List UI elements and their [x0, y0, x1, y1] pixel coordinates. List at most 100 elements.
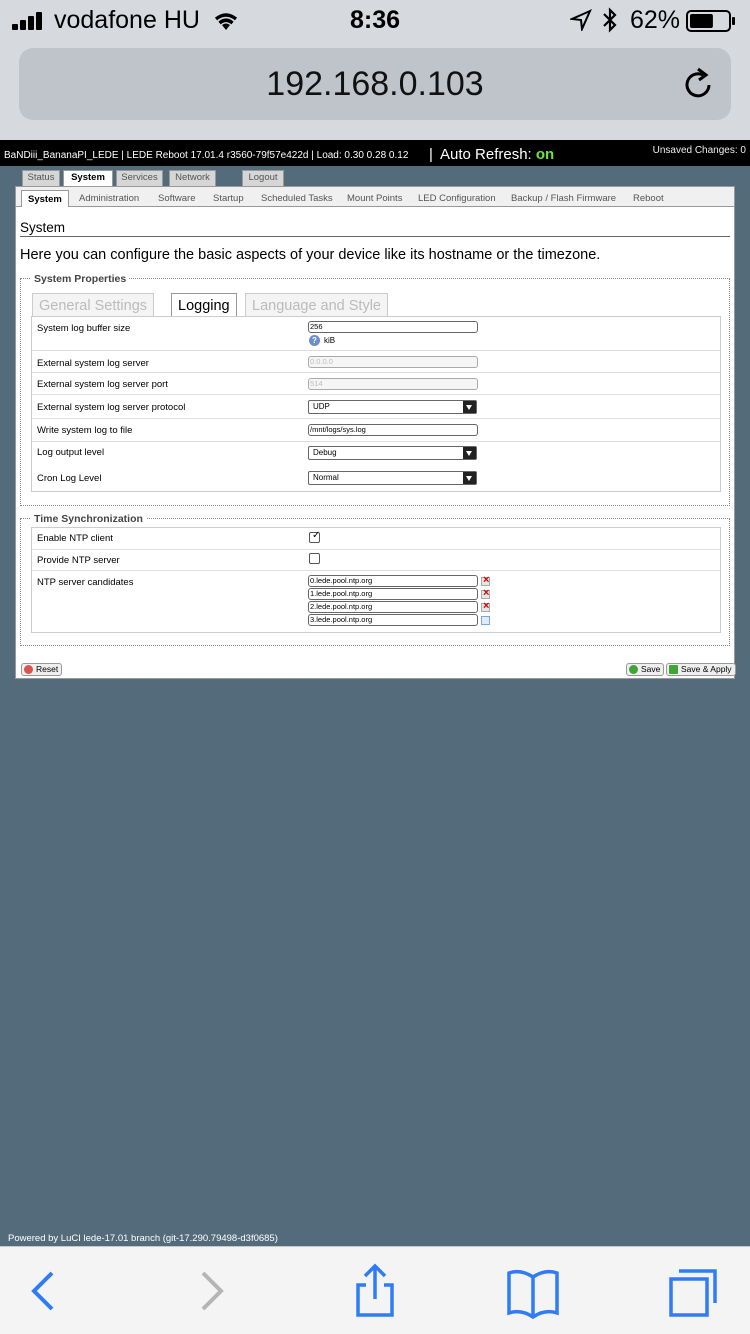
menu-services[interactable]: Services: [116, 170, 163, 186]
time-sync-legend: Time Synchronization: [31, 513, 146, 525]
save-apply-button[interactable]: Save & Apply: [666, 663, 736, 676]
output-level-label: Log output level: [37, 447, 105, 458]
menu-system[interactable]: System: [63, 170, 113, 186]
cron-level-value: Normal: [313, 473, 339, 482]
header-separator: |: [429, 146, 433, 163]
submenu-led-configuration[interactable]: LED Configuration: [418, 190, 496, 207]
ext-server-input[interactable]: 0.0.0.0: [308, 356, 478, 368]
submenu-startup[interactable]: Startup: [213, 190, 244, 207]
save-label: Save: [641, 664, 661, 674]
ntp-server-checkbox[interactable]: [309, 553, 320, 564]
checkmark-icon: ✓: [312, 530, 321, 541]
url-bar[interactable]: 192.168.0.103: [19, 48, 731, 120]
location-arrow-icon: [570, 9, 592, 31]
auto-refresh-toggle[interactable]: Auto Refresh: on: [440, 146, 554, 163]
protocol-label: External system log server protocol: [37, 402, 186, 413]
logging-section: System log buffer size 256 ? kiB Externa…: [31, 316, 721, 492]
output-level-value: Debug: [313, 448, 337, 457]
bluetooth-icon: [603, 7, 617, 33]
row-divider: [32, 441, 720, 442]
submenu-reboot[interactable]: Reboot: [633, 190, 664, 207]
save-button[interactable]: Save: [626, 663, 665, 676]
write-file-label: Write system log to file: [37, 425, 133, 436]
submenu-administration[interactable]: Administration: [79, 190, 139, 207]
submenu-system[interactable]: System: [21, 190, 69, 207]
share-icon[interactable]: [344, 1263, 404, 1319]
luci-header: BaNDiii_BananaPI_LEDE | LEDE Reboot 17.0…: [0, 140, 750, 166]
unsaved-changes[interactable]: Unsaved Changes: 0: [653, 145, 746, 156]
header-host-info: BaNDiii_BananaPI_LEDE | LEDE Reboot 17.0…: [4, 150, 409, 161]
protocol-select[interactable]: UDP: [308, 400, 477, 414]
remove-icon[interactable]: [481, 600, 490, 612]
submenu-software[interactable]: Software: [158, 190, 196, 207]
reset-label: Reset: [36, 664, 59, 674]
reset-icon: [24, 665, 33, 674]
buffer-size-input[interactable]: 256: [308, 321, 478, 333]
luci-footer: Powered by LuCI lede-17.01 branch (git-1…: [8, 1233, 278, 1244]
save-apply-label: Save & Apply: [681, 664, 732, 674]
menu-network[interactable]: Network: [169, 170, 216, 186]
auto-refresh-label: Auto Refresh:: [440, 146, 532, 163]
row-divider: [32, 350, 720, 351]
dropdown-arrow-icon: [463, 447, 476, 459]
cron-level-select[interactable]: Normal: [308, 471, 477, 485]
ntp-client-checkbox[interactable]: ✓: [309, 530, 321, 543]
dropdown-arrow-icon: [463, 472, 476, 484]
add-entry-icon[interactable]: [481, 616, 490, 625]
row-divider: [32, 570, 720, 571]
back-icon[interactable]: [12, 1263, 72, 1319]
submenu-scheduled-tasks[interactable]: Scheduled Tasks: [261, 190, 333, 207]
help-icon: ?: [309, 335, 320, 346]
status-bar: vodafone HU 8:36 62%: [0, 0, 750, 42]
url-text[interactable]: 192.168.0.103: [19, 48, 731, 120]
battery-icon: [686, 10, 735, 32]
reset-button[interactable]: Reset: [21, 663, 63, 676]
bookmarks-icon[interactable]: [503, 1263, 563, 1319]
write-file-input[interactable]: /mnt/logs/sys.log: [308, 424, 478, 436]
ntp-client-label: Enable NTP client: [37, 533, 113, 544]
ntp-candidate-input[interactable]: 3.lede.pool.ntp.org: [308, 614, 478, 626]
row-divider: [32, 418, 720, 419]
row-divider: [32, 549, 720, 550]
auto-refresh-state[interactable]: on: [536, 146, 554, 163]
tab-language-style[interactable]: Language and Style: [245, 293, 388, 317]
time-sync-section: Enable NTP client ✓ Provide NTP server N…: [31, 527, 721, 633]
main-menu: Status System Services Network Logout: [0, 166, 750, 186]
buffer-unit: kiB: [324, 336, 336, 345]
remove-icon[interactable]: [481, 587, 490, 599]
ntp-candidate-input[interactable]: 2.lede.pool.ntp.org: [308, 601, 478, 613]
save-apply-icon: [669, 665, 678, 674]
battery-percentage: 62%: [630, 6, 681, 34]
ntp-candidate-input[interactable]: 1.lede.pool.ntp.org: [308, 588, 478, 600]
submenu-mount-points[interactable]: Mount Points: [347, 190, 402, 207]
ext-port-input[interactable]: 514: [308, 378, 478, 390]
remove-icon[interactable]: [481, 574, 490, 586]
tab-general-settings[interactable]: General Settings: [32, 293, 155, 317]
ntp-candidates-label: NTP server candidates: [37, 577, 134, 588]
dropdown-arrow-icon: [463, 401, 476, 413]
save-icon: [629, 665, 638, 674]
cron-level-label: Cron Log Level: [37, 473, 102, 484]
row-divider: [32, 394, 720, 395]
ios-top-chrome: vodafone HU 8:36 62% 192.168.0.103: [0, 0, 750, 140]
reload-icon[interactable]: [679, 66, 717, 104]
ntp-candidate-input[interactable]: 0.lede.pool.ntp.org: [308, 575, 478, 587]
submenu-backup-flash[interactable]: Backup / Flash Firmware: [511, 190, 616, 207]
ext-port-label: External system log server port: [37, 379, 168, 390]
sub-menu: System Administration Software Startup S…: [16, 187, 734, 207]
tabs-icon[interactable]: [663, 1263, 723, 1319]
ntp-server-label: Provide NTP server: [37, 555, 120, 566]
menu-logout[interactable]: Logout: [242, 170, 284, 186]
system-properties-legend: System Properties: [31, 273, 130, 285]
time-sync-fieldset: Time Synchronization Enable NTP client ✓…: [20, 513, 730, 646]
output-level-select[interactable]: Debug: [308, 446, 477, 460]
title-divider: [20, 236, 730, 237]
content-panel: System Administration Software Startup S…: [15, 186, 736, 679]
ext-server-label: External system log server: [37, 358, 149, 369]
forward-icon[interactable]: [181, 1263, 241, 1319]
system-properties-fieldset: System Properties General Settings Loggi…: [20, 273, 730, 506]
page-description: Here you can configure the basic aspects…: [20, 247, 601, 263]
buffer-size-label: System log buffer size: [37, 323, 131, 334]
menu-status[interactable]: Status: [22, 170, 60, 186]
tab-logging[interactable]: Logging: [171, 293, 237, 317]
